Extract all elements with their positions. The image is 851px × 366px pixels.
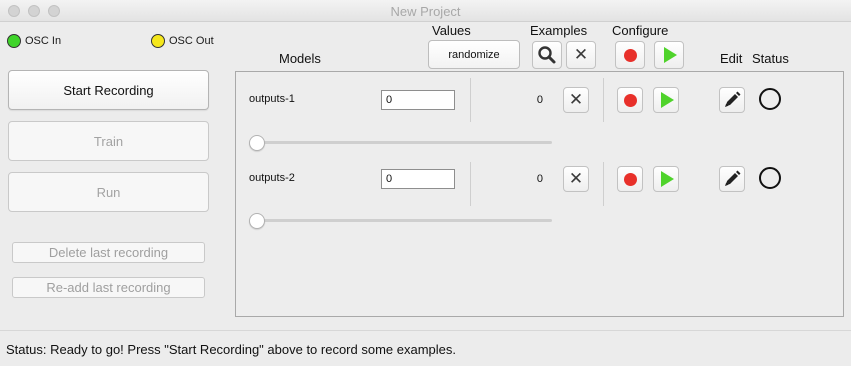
run-model-button[interactable]	[653, 87, 679, 113]
osc-in-indicator: OSC In	[7, 34, 61, 48]
record-icon	[623, 93, 637, 107]
start-recording-button[interactable]: Start Recording	[8, 70, 209, 110]
configure-record-all-button[interactable]	[615, 41, 645, 69]
model-slider-thumb[interactable]	[249, 213, 265, 229]
record-icon	[623, 48, 637, 62]
window-title: New Project	[390, 4, 461, 19]
configure-header: Configure	[612, 23, 669, 38]
magnifier-icon	[538, 46, 556, 64]
examples-search-button[interactable]	[532, 41, 562, 69]
status-divider	[0, 330, 851, 331]
column-divider	[470, 78, 471, 122]
examples-delete-all-button[interactable]: ✕	[566, 41, 596, 69]
run-model-button[interactable]	[653, 166, 679, 192]
record-model-button[interactable]	[617, 87, 643, 113]
edit-model-button[interactable]	[719, 166, 745, 192]
osc-out-led-icon	[151, 34, 165, 48]
osc-in-label: OSC In	[25, 35, 62, 47]
status-message: Status: Ready to go! Press "Start Record…	[6, 342, 457, 357]
edit-header: Edit	[720, 51, 743, 66]
column-divider	[603, 162, 604, 206]
play-icon	[664, 47, 677, 63]
run-button[interactable]: Run	[8, 172, 209, 212]
model-slider-track[interactable]	[250, 141, 552, 144]
delete-examples-button[interactable]: ✕	[563, 87, 589, 113]
model-name: outputs-1	[249, 93, 295, 105]
examples-header: Examples	[530, 23, 588, 38]
record-icon	[623, 172, 637, 186]
model-name: outputs-2	[249, 172, 295, 184]
delete-last-recording-button[interactable]: Delete last recording	[12, 242, 205, 263]
play-icon	[661, 92, 674, 108]
app-window: New Project OSC In OSC Out Start Recordi…	[0, 0, 851, 366]
play-icon	[661, 171, 674, 187]
randomize-button[interactable]: randomize	[428, 40, 520, 69]
pencil-icon	[725, 170, 741, 186]
models-header: Models	[279, 51, 321, 66]
values-header: Values	[432, 23, 471, 38]
examples-count: 0	[536, 173, 543, 185]
model-status-icon	[759, 88, 781, 110]
column-divider	[603, 78, 604, 122]
title-bar: New Project	[0, 0, 851, 22]
x-icon: ✕	[568, 168, 584, 189]
x-icon: ✕	[568, 89, 584, 110]
delete-examples-button[interactable]: ✕	[563, 166, 589, 192]
osc-out-indicator: OSC Out	[151, 34, 214, 48]
osc-in-led-icon	[7, 34, 21, 48]
column-divider	[470, 162, 471, 206]
model-slider-thumb[interactable]	[249, 135, 265, 151]
edit-model-button[interactable]	[719, 87, 745, 113]
models-panel	[235, 71, 844, 317]
model-slider-track[interactable]	[250, 219, 552, 222]
osc-out-label: OSC Out	[169, 35, 214, 47]
model-value-field[interactable]: 0	[381, 90, 455, 110]
record-model-button[interactable]	[617, 166, 643, 192]
status-header: Status	[752, 51, 789, 66]
pencil-icon	[725, 91, 741, 107]
x-icon: ✕	[573, 44, 589, 65]
configure-run-all-button[interactable]	[654, 41, 684, 69]
model-status-icon	[759, 167, 781, 189]
readd-last-recording-button[interactable]: Re-add last recording	[12, 277, 205, 298]
model-value-field[interactable]: 0	[381, 169, 455, 189]
train-button[interactable]: Train	[8, 121, 209, 161]
examples-count: 0	[536, 94, 543, 106]
